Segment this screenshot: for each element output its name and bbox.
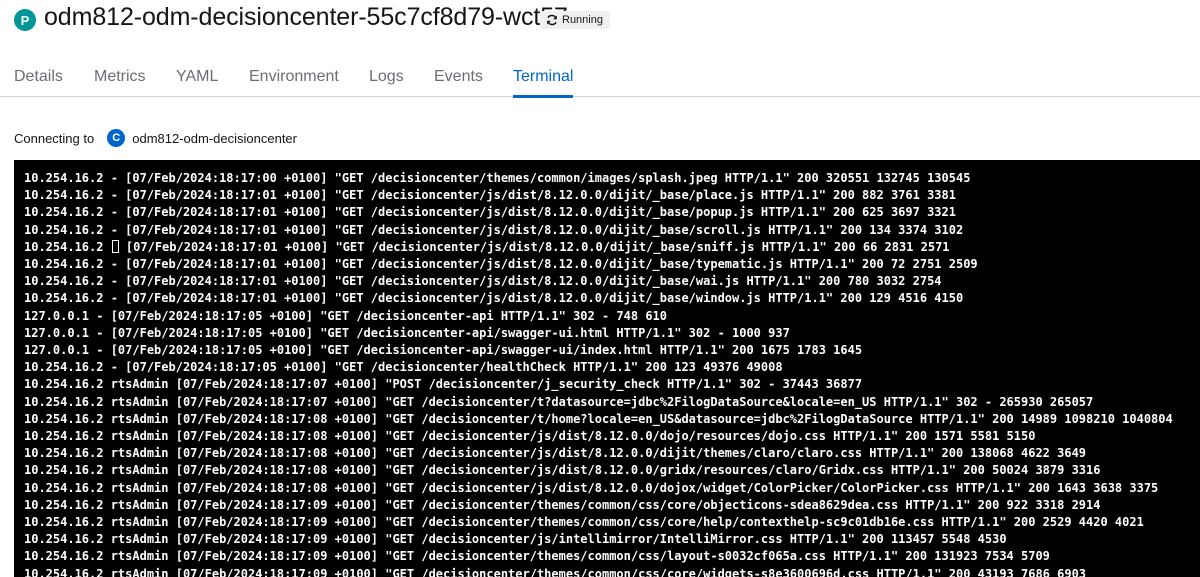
pod-tabs: Details Metrics YAML Environment Logs Ev… <box>0 56 1200 98</box>
connecting-label: Connecting to <box>14 130 95 146</box>
tab-details[interactable]: Details <box>14 56 63 97</box>
tab-environment[interactable]: Environment <box>249 56 339 97</box>
terminal-line: 10.254.16.2 rtsAdmin [07/Feb/2024:18:17:… <box>24 480 1159 495</box>
terminal-line: 10.254.16.2 - [07/Feb/2024:18:17:01 +010… <box>24 291 964 306</box>
terminal-line: 10.254.16.2 - [07/Feb/2024:18:17:00 +010… <box>24 171 971 185</box>
terminal-cursor <box>111 239 119 253</box>
tab-yaml[interactable]: YAML <box>176 56 218 97</box>
terminal-line-with-cursor: 10.254.16.2 [07/Feb/2024:18:17:01 +0100]… <box>24 239 1200 256</box>
terminal-line: 10.254.16.2 rtsAdmin [07/Feb/2024:18:17:… <box>24 377 863 392</box>
connecting-row: Connecting to C odm812-odm-decisioncente… <box>14 128 297 148</box>
status-badge: Running <box>540 11 610 29</box>
terminal-line: 10.254.16.2 rtsAdmin [07/Feb/2024:18:17:… <box>24 411 1173 426</box>
terminal-line: 10.254.16.2 rtsAdmin [07/Feb/2024:18:17:… <box>24 394 1094 409</box>
terminal-line: 127.0.0.1 - [07/Feb/2024:18:17:05 +0100]… <box>24 325 790 340</box>
container-resource-badge: C <box>107 129 126 147</box>
terminal-line: 10.254.16.2 rtsAdmin [07/Feb/2024:18:17:… <box>24 429 1036 444</box>
terminal-line: 127.0.0.1 - [07/Feb/2024:18:17:05 +0100]… <box>24 308 667 323</box>
container-selector[interactable]: odm812-odm-decisioncenter <box>132 131 297 146</box>
terminal-line: 10.254.16.2 - [07/Feb/2024:18:17:01 +010… <box>24 257 978 272</box>
page-title: odm812-odm-decisioncenter-55c7cf8d79-wct… <box>44 3 568 31</box>
terminal-line-rest: [07/Feb/2024:18:17:01 +0100] "GET /decis… <box>118 239 950 254</box>
pod-resource-badge: P <box>14 9 36 31</box>
status-text: Running <box>562 14 603 26</box>
terminal-line: 10.254.16.2 rtsAdmin [07/Feb/2024:18:17:… <box>24 446 1087 461</box>
pod-header: P odm812-odm-decisioncenter-55c7cf8d79-w… <box>0 0 1200 40</box>
terminal-output[interactable]: 10.254.16.2 - [07/Feb/2024:18:17:00 +010… <box>14 160 1200 577</box>
terminal-line: 10.254.16.2 - [07/Feb/2024:18:17:01 +010… <box>24 222 964 237</box>
terminal-line: 10.254.16.2 - [07/Feb/2024:18:17:01 +010… <box>24 274 942 289</box>
terminal-line: 10.254.16.2 - [07/Feb/2024:18:17:01 +010… <box>24 188 956 203</box>
terminal-line-prefix: 10.254.16.2 <box>24 239 111 254</box>
tab-events[interactable]: Events <box>434 56 483 97</box>
tab-terminal[interactable]: Terminal <box>513 56 574 98</box>
terminal-line: 10.254.16.2 rtsAdmin [07/Feb/2024:18:17:… <box>24 532 1007 547</box>
terminal-line: 10.254.16.2 rtsAdmin [07/Feb/2024:18:17:… <box>24 566 1087 577</box>
terminal-line: 10.254.16.2 rtsAdmin [07/Feb/2024:18:17:… <box>24 549 1050 564</box>
terminal-line: 10.254.16.2 rtsAdmin [07/Feb/2024:18:17:… <box>24 463 1101 478</box>
tab-metrics[interactable]: Metrics <box>94 56 146 97</box>
sync-icon <box>547 14 557 26</box>
terminal-line: 10.254.16.2 rtsAdmin [07/Feb/2024:18:17:… <box>24 497 1101 512</box>
tab-logs[interactable]: Logs <box>369 56 404 97</box>
terminal-line: 10.254.16.2 rtsAdmin [07/Feb/2024:18:17:… <box>24 515 1144 530</box>
terminal-line: 10.254.16.2 - [07/Feb/2024:18:17:01 +010… <box>24 205 956 220</box>
terminal-line: 127.0.0.1 - [07/Feb/2024:18:17:05 +0100]… <box>24 343 863 358</box>
terminal-line: 10.254.16.2 - [07/Feb/2024:18:17:05 +010… <box>24 360 783 375</box>
